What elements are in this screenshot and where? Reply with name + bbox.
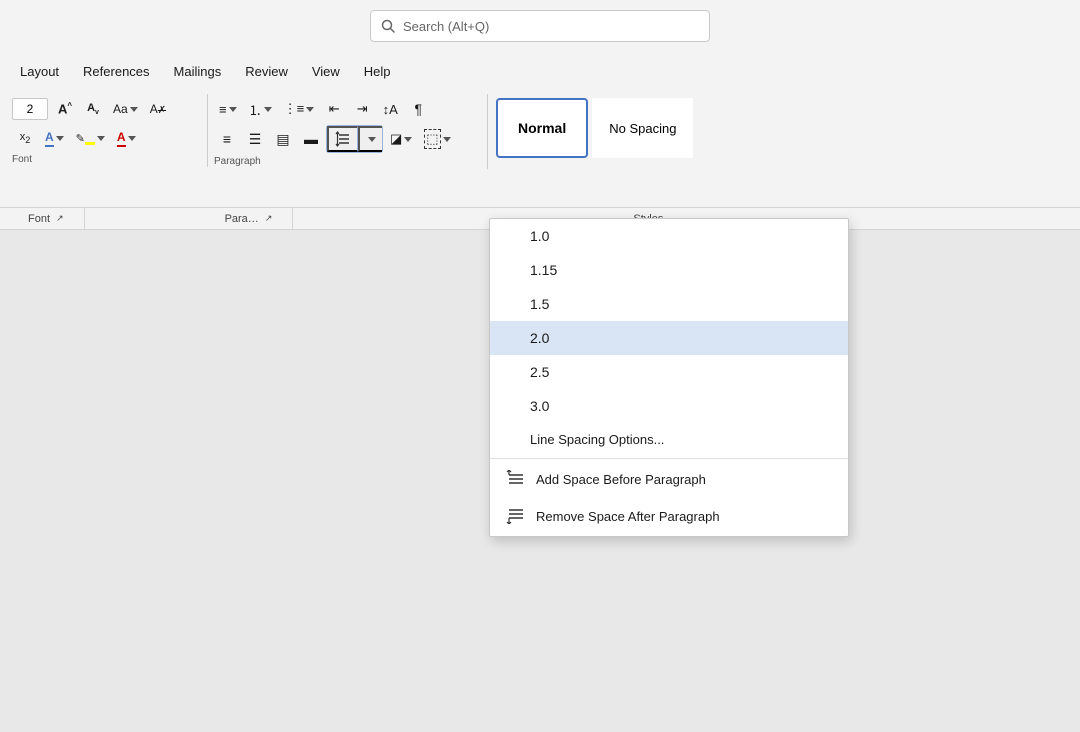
center-icon: ☰	[249, 131, 262, 148]
show-hide-btn[interactable]: ¶	[405, 96, 431, 122]
align-right-icon: ▤	[276, 131, 289, 148]
font-expand-icon[interactable]: ↗	[56, 213, 64, 224]
menu-item-help[interactable]: Help	[352, 58, 403, 85]
increase-indent-icon: ⇥	[357, 101, 368, 117]
no-spacing-style-label: No Spacing	[609, 121, 676, 136]
spacing-1-5[interactable]: 1.5	[490, 287, 848, 321]
text-color-btn[interactable]: A	[112, 125, 141, 151]
align-left-btn[interactable]: ≡	[214, 126, 240, 152]
font-color-btn[interactable]: A	[40, 125, 69, 151]
increase-font-icon: A^	[58, 101, 72, 116]
line-spacing-dropdown: 1.0 1.15 1.5 2.0 2.5 3.0 Line Spacing Op…	[489, 218, 849, 537]
remove-space-after-btn[interactable]: Remove Space After Paragraph	[490, 497, 848, 536]
bullets-btn[interactable]: ≡	[214, 96, 242, 122]
line-spacing-btn[interactable]	[327, 126, 358, 152]
para-section-label: Paragraph	[214, 156, 481, 167]
subscript-icon: x2	[20, 131, 31, 145]
multilevel-icon: ⋮≡	[284, 101, 305, 117]
spacing-3-0[interactable]: 3.0	[490, 389, 848, 423]
change-case-btn[interactable]: Aa	[108, 96, 143, 122]
borders-icon: ⬚	[424, 129, 440, 149]
increase-font-btn[interactable]: A^	[52, 96, 78, 122]
normal-style-label: Normal	[518, 120, 566, 136]
bullets-caret	[229, 107, 237, 112]
font-size-input[interactable]	[12, 98, 48, 120]
numbered-caret	[264, 107, 272, 112]
change-case-icon: Aa	[113, 102, 128, 116]
decrease-font-btn[interactable]: Av	[80, 96, 106, 122]
add-space-before-icon	[506, 470, 526, 488]
bullets-icon: ≡	[219, 102, 227, 117]
para-section-label-bar: Para… ↗	[205, 208, 294, 229]
font-section-label-bar: Font ↗	[8, 208, 85, 229]
spacing-2-5[interactable]: 2.5	[490, 355, 848, 389]
highlight-icon: ✎	[76, 132, 95, 145]
remove-space-after-icon	[506, 506, 526, 527]
line-spacing-group	[326, 125, 383, 153]
add-space-before-btn[interactable]: Add Space Before Paragraph	[490, 461, 848, 497]
para-expand-icon[interactable]: ↗	[265, 213, 273, 224]
spacing-1-15[interactable]: 1.15	[490, 253, 848, 287]
font-color-icon: A	[45, 130, 54, 147]
menu-item-review[interactable]: Review	[233, 58, 300, 85]
clear-format-icon: A✗	[150, 102, 166, 116]
search-placeholder: Search (Alt+Q)	[403, 19, 489, 34]
shading-caret	[404, 137, 412, 142]
spacing-2-0[interactable]: 2.0	[490, 321, 848, 355]
multilevel-caret	[306, 107, 314, 112]
sort-icon: ↕A	[383, 102, 398, 117]
search-icon	[381, 19, 395, 33]
highlight-btn[interactable]: ✎	[71, 125, 110, 151]
menu-item-mailings[interactable]: Mailings	[162, 58, 234, 85]
case-caret	[130, 107, 138, 112]
text-color-icon: A	[117, 130, 126, 147]
ribbon: A^ Av Aa A✗ x2 A	[0, 90, 1080, 208]
styles-section: Normal No Spacing	[488, 94, 1072, 162]
decrease-indent-icon: ⇤	[329, 101, 340, 117]
align-right-btn[interactable]: ▤	[270, 126, 296, 152]
center-btn[interactable]: ☰	[242, 126, 268, 152]
align-left-icon: ≡	[223, 131, 231, 147]
borders-btn[interactable]: ⬚	[419, 126, 455, 152]
text-color-caret	[128, 136, 136, 141]
menu-item-layout[interactable]: Layout	[8, 58, 71, 85]
shading-icon: ◪	[390, 131, 402, 147]
clear-format-btn[interactable]: A✗	[145, 96, 171, 122]
search-box[interactable]: Search (Alt+Q)	[370, 10, 710, 42]
line-spacing-caret	[368, 137, 376, 142]
menu-item-references[interactable]: References	[71, 58, 161, 85]
justify-icon: ▬	[304, 131, 318, 147]
font-section-label: Font	[12, 154, 203, 165]
highlight-caret	[97, 136, 105, 141]
multilevel-btn[interactable]: ⋮≡	[279, 96, 320, 122]
title-bar: Search (Alt+Q)	[0, 0, 1080, 52]
numbered-list-btn[interactable]: ⒈	[244, 96, 277, 122]
borders-caret	[443, 137, 451, 142]
justify-btn[interactable]: ▬	[298, 126, 324, 152]
decrease-font-icon: Av	[87, 102, 99, 116]
no-spacing-style-card[interactable]: No Spacing	[592, 98, 693, 158]
numbered-list-icon: ⒈	[249, 100, 262, 119]
shading-btn[interactable]: ◪	[385, 126, 417, 152]
sort-btn[interactable]: ↕A	[377, 96, 403, 122]
line-spacing-icon	[335, 131, 351, 147]
menu-item-view[interactable]: View	[300, 58, 352, 85]
decrease-indent-btn[interactable]: ⇤	[321, 96, 347, 122]
line-spacing-dropdown-btn[interactable]	[358, 126, 382, 152]
menu-bar: Layout References Mailings Review View H…	[0, 52, 1080, 90]
subscript-btn[interactable]: x2	[12, 125, 38, 151]
increase-indent-btn[interactable]: ⇥	[349, 96, 375, 122]
pilcrow-icon: ¶	[414, 101, 422, 117]
font-color-caret	[56, 136, 64, 141]
line-spacing-options[interactable]: Line Spacing Options...	[490, 423, 848, 456]
spacing-1-0[interactable]: 1.0	[490, 219, 848, 253]
dropdown-divider	[490, 458, 848, 459]
normal-style-card[interactable]: Normal	[496, 98, 588, 158]
